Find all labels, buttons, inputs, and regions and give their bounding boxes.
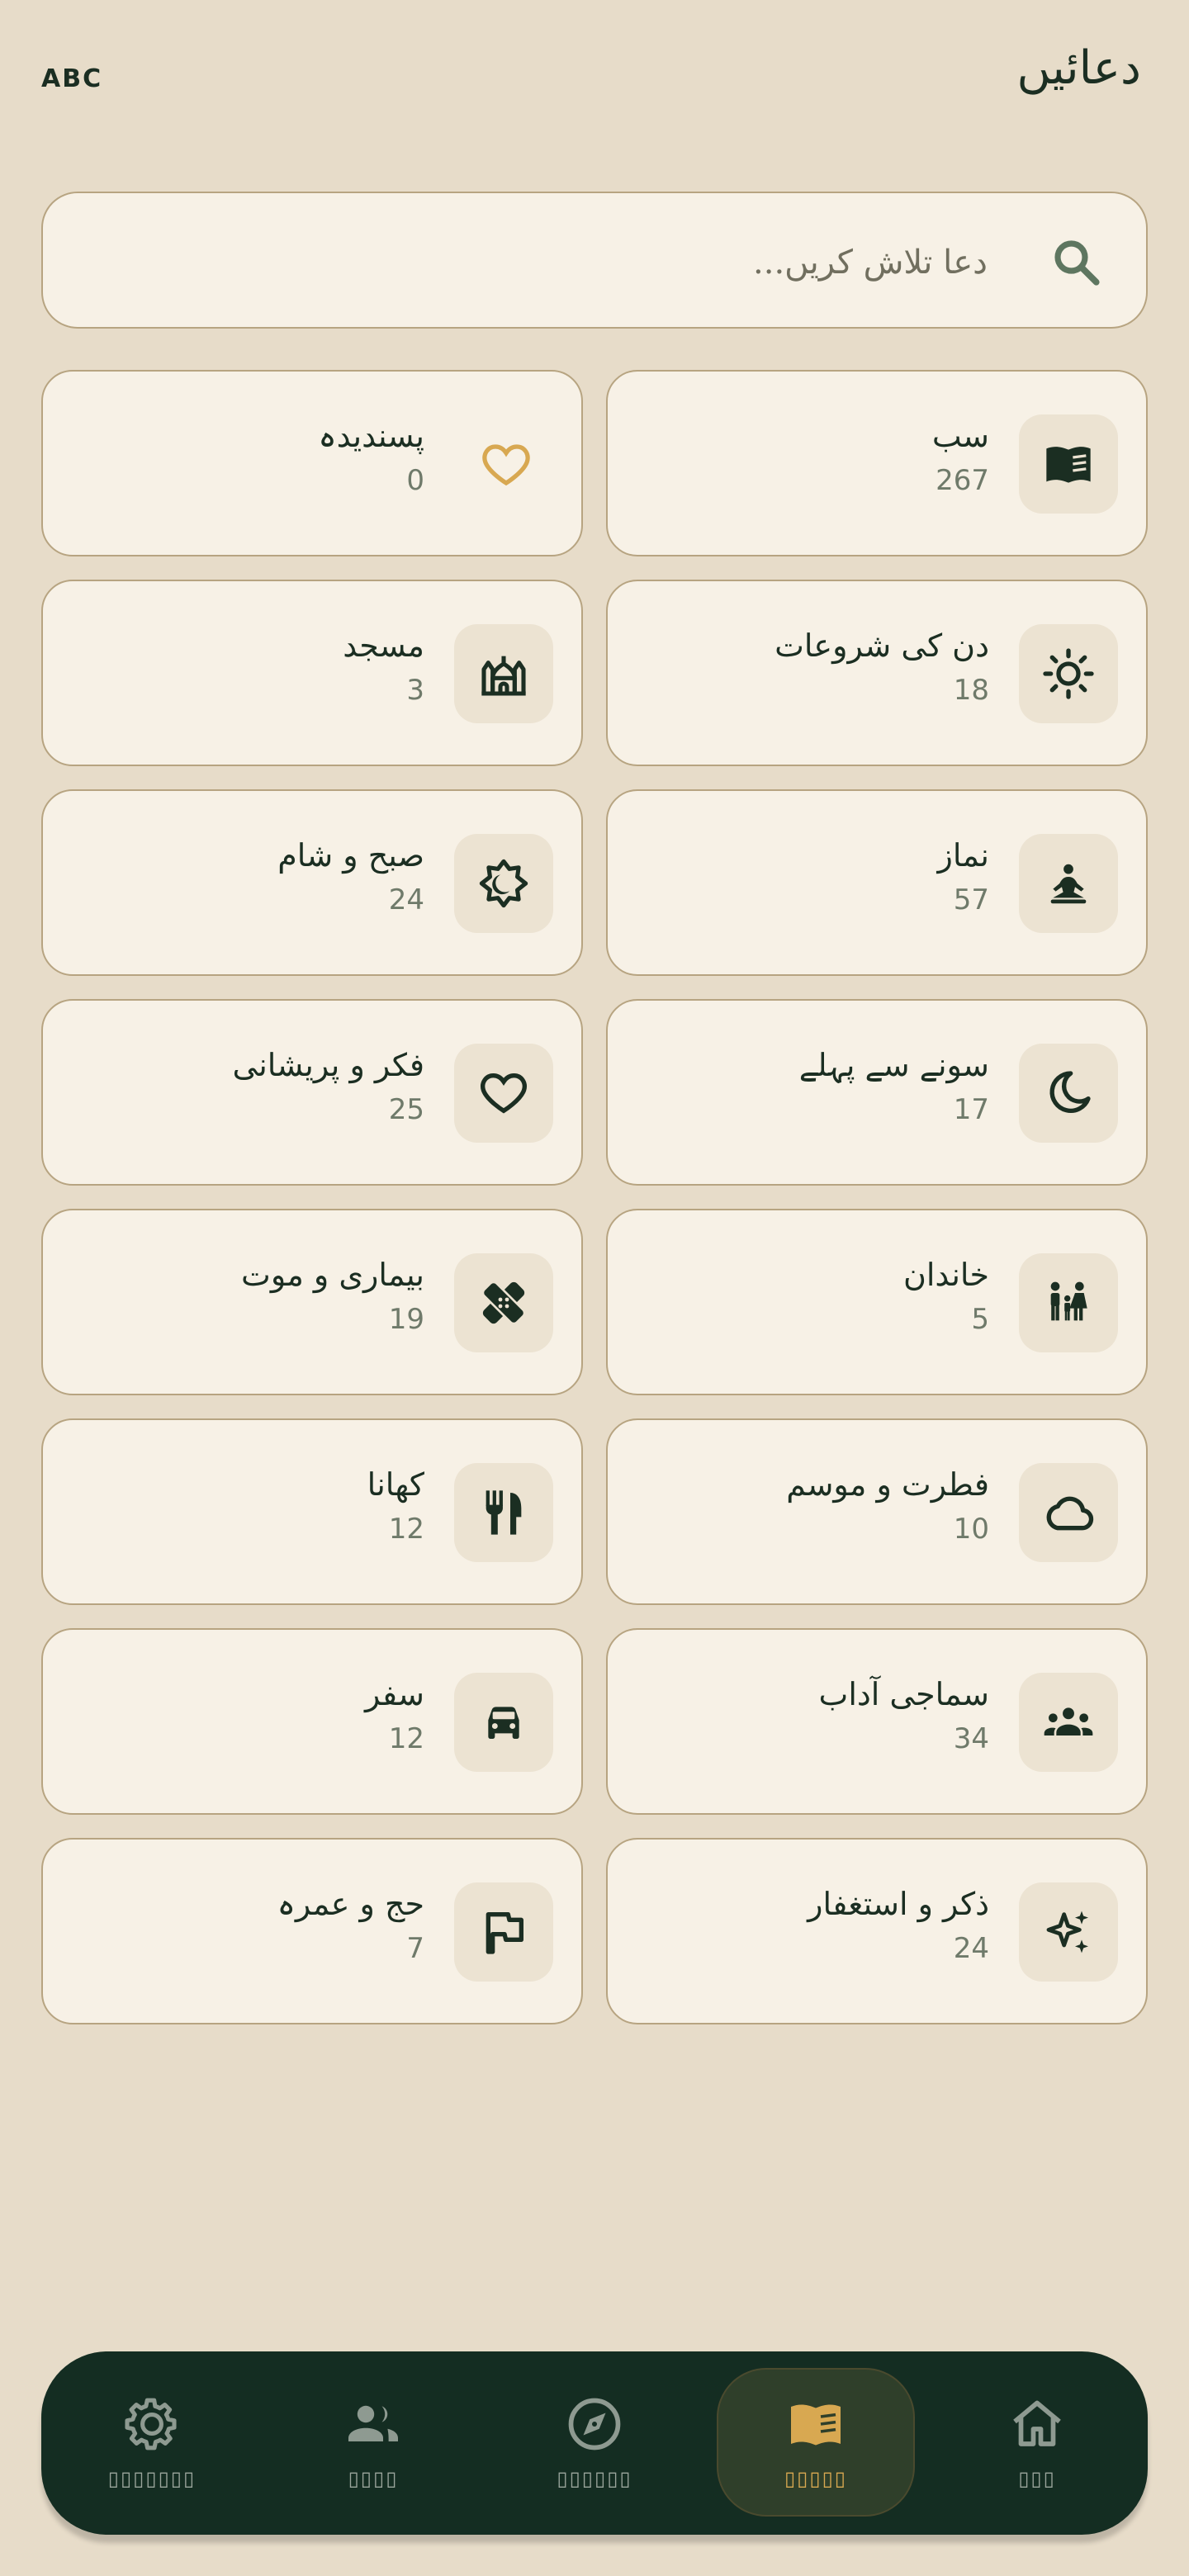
family-icon	[1019, 1253, 1118, 1352]
category-count: 24	[953, 1932, 989, 1965]
category-name: خاندان	[902, 1257, 989, 1293]
home-icon	[1013, 2400, 1061, 2446]
gear-icon	[125, 2398, 177, 2451]
mosque-icon	[454, 624, 553, 723]
bottom-nav: ▯▯▯▯▯▯▯ ▯▯▯▯ ▯▯▯▯▯▯ ▯▯▯▯▯ ▯▯▯	[41, 2351, 1148, 2535]
category-name: ذکر و استغفار	[808, 1886, 989, 1922]
category-name: بیماری و موت	[241, 1257, 424, 1293]
group-icon	[1019, 1673, 1118, 1772]
category-card-family[interactable]: خاندان 5	[606, 1209, 1148, 1395]
nav-label: ▯▯▯	[1018, 2467, 1056, 2490]
nav-label: ▯▯▯▯	[348, 2467, 399, 2490]
category-card-day-start[interactable]: دن کی شروعات 18	[606, 580, 1148, 766]
category-card-food[interactable]: کھانا 12	[41, 1418, 583, 1605]
category-name: سماجی آداب	[818, 1676, 989, 1712]
category-count: 24	[388, 883, 424, 916]
category-card-morning-evening[interactable]: صبح و شام 24	[41, 789, 583, 976]
bandage-icon	[454, 1253, 553, 1352]
nav-item-explore[interactable]: ▯▯▯▯▯▯	[495, 2351, 694, 2535]
car-icon	[454, 1673, 553, 1772]
category-card-travel[interactable]: سفر 12	[41, 1628, 583, 1815]
category-count: 19	[388, 1303, 424, 1336]
nav-item-home[interactable]: ▯▯▯	[938, 2351, 1136, 2535]
book-icon	[791, 2404, 841, 2446]
language-toggle-button[interactable]: ABC	[41, 64, 102, 93]
search-bar[interactable]	[41, 192, 1148, 329]
people-icon	[348, 2405, 398, 2441]
category-card-anxiety[interactable]: فکر و پریشانی 25	[41, 999, 583, 1186]
category-count: 10	[953, 1513, 989, 1546]
category-count: 34	[953, 1722, 989, 1755]
category-name: دن کی شروعات	[775, 627, 989, 664]
category-count: 3	[406, 674, 424, 707]
category-count: 12	[388, 1513, 424, 1546]
category-name: پسندیدہ	[318, 418, 424, 454]
category-name: مسجد	[343, 627, 424, 664]
category-count: 25	[388, 1093, 424, 1126]
category-name: نماز	[937, 837, 989, 874]
category-count: 7	[406, 1932, 424, 1965]
category-count: 12	[388, 1722, 424, 1755]
book-icon	[1019, 414, 1118, 514]
category-count: 18	[953, 674, 989, 707]
heart-icon	[454, 1044, 553, 1143]
fork-knife-icon	[454, 1463, 553, 1562]
category-card-all[interactable]: سب 267	[606, 370, 1148, 556]
moon-icon	[1019, 1044, 1118, 1143]
category-count: 267	[936, 464, 989, 497]
search-input[interactable]	[76, 226, 989, 299]
sparkle-icon	[1019, 1882, 1118, 1982]
nav-item-duas[interactable]: ▯▯▯▯▯	[717, 2351, 915, 2535]
category-name: سب	[931, 418, 989, 454]
cloud-icon	[1019, 1463, 1118, 1562]
nav-item-settings[interactable]: ▯▯▯▯▯▯▯	[53, 2351, 251, 2535]
category-name: کھانا	[367, 1466, 424, 1503]
nav-label: ▯▯▯▯▯▯▯	[107, 2467, 197, 2490]
category-count: 57	[953, 883, 989, 916]
category-name: سفر	[364, 1676, 424, 1712]
category-card-illness[interactable]: بیماری و موت 19	[41, 1209, 583, 1395]
category-card-nature[interactable]: فطرت و موسم 10	[606, 1418, 1148, 1605]
category-name: سونے سے پہلے	[798, 1047, 989, 1083]
day-night-icon	[454, 834, 553, 933]
sun-icon	[1019, 624, 1118, 723]
nav-label: ▯▯▯▯▯	[784, 2467, 848, 2490]
header: ABC دعائیں	[0, 0, 1189, 157]
category-card-dhikr[interactable]: ذکر و استغفار 24	[606, 1838, 1148, 2024]
meditation-icon	[1019, 834, 1118, 933]
category-name: حج و عمرہ	[277, 1886, 424, 1922]
category-card-hajj[interactable]: حج و عمرہ 7	[41, 1838, 583, 2024]
category-count: 5	[971, 1303, 989, 1336]
category-card-mosque[interactable]: مسجد 3	[41, 580, 583, 766]
search-icon[interactable]	[1049, 234, 1103, 289]
nav-label: ▯▯▯▯▯▯	[557, 2467, 632, 2490]
category-card-favorites[interactable]: پسندیدہ 0	[41, 370, 583, 556]
category-card-prayer[interactable]: نماز 57	[606, 789, 1148, 976]
heart-outline-icon	[482, 444, 530, 486]
category-count: 17	[953, 1093, 989, 1126]
category-name: صبح و شام	[277, 837, 424, 874]
category-count: 0	[406, 464, 424, 497]
page-title: دعائیں	[1016, 41, 1141, 95]
flag-icon	[454, 1882, 553, 1982]
category-card-before-sleep[interactable]: سونے سے پہلے 17	[606, 999, 1148, 1186]
category-name: فکر و پریشانی	[232, 1047, 424, 1083]
compass-icon	[568, 2398, 621, 2451]
category-name: فطرت و موسم	[786, 1466, 989, 1503]
category-card-social[interactable]: سماجی آداب 34	[606, 1628, 1148, 1815]
nav-item-community[interactable]: ▯▯▯▯	[274, 2351, 472, 2535]
